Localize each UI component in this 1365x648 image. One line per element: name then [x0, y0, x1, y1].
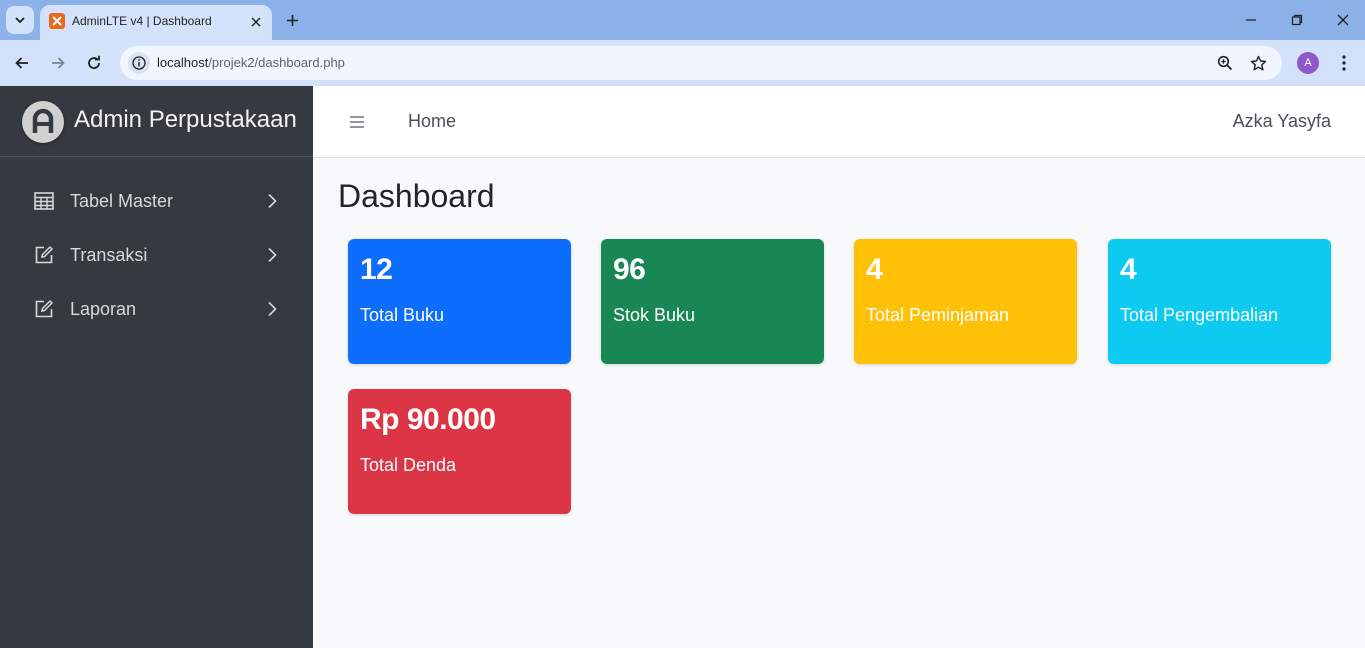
restore-button[interactable]	[1284, 8, 1310, 32]
site-info-icon[interactable]	[128, 52, 150, 74]
sidebar-item-label: Tabel Master	[70, 191, 174, 211]
stat-card-total-denda: Rp 90.000 Total Denda	[348, 389, 571, 514]
tab-close-button[interactable]	[246, 12, 266, 32]
stat-label: Stok Buku	[613, 305, 696, 325]
xampp-favicon-icon	[49, 13, 65, 29]
sidebar-toggle-button[interactable]	[347, 112, 367, 132]
more-vert-icon	[1342, 55, 1346, 71]
brand-text: Admin Perpustakaan	[74, 106, 297, 133]
reload-button[interactable]	[81, 50, 107, 76]
window-close-button[interactable]	[1330, 8, 1356, 32]
stat-label: Total Denda	[360, 455, 457, 475]
minimize-icon	[1246, 19, 1256, 21]
stat-value: 4	[866, 253, 883, 286]
browser-tab-active[interactable]: AdminLTE v4 | Dashboard	[40, 5, 272, 40]
chevron-right-icon	[263, 299, 281, 319]
stat-card-total-pengembalian: 4 Total Pengembalian	[1108, 239, 1331, 364]
profile-avatar[interactable]: A	[1297, 52, 1319, 74]
user-menu[interactable]: Azka Yasyfa	[1233, 111, 1331, 132]
arrow-right-icon	[52, 57, 65, 69]
table-icon	[33, 191, 55, 211]
close-icon	[1337, 14, 1349, 26]
menu-icon	[350, 116, 364, 128]
forward-button[interactable]	[45, 50, 71, 76]
top-navbar: Home Azka Yasyfa	[313, 86, 1365, 158]
stat-label: Total Peminjaman	[866, 305, 1010, 325]
new-tab-button[interactable]	[281, 9, 303, 31]
brand-logo-icon	[22, 101, 64, 143]
browser-toolbar: localhost/projek2/dashboard.php A	[0, 40, 1365, 86]
chevron-right-icon	[263, 191, 281, 211]
url-text[interactable]: localhost/projek2/dashboard.php	[157, 55, 345, 70]
arrow-left-icon	[15, 57, 28, 69]
page-title: Dashboard	[338, 178, 495, 214]
stat-card-total-buku: 12 Total Buku	[348, 239, 571, 364]
sidebar-item-laporan[interactable]: Laporan	[8, 287, 305, 331]
browser-tab-bar: AdminLTE v4 | Dashboard	[0, 0, 1365, 40]
edit-icon	[33, 245, 55, 265]
minimize-button[interactable]	[1238, 8, 1264, 32]
stat-value: 96	[613, 253, 646, 286]
back-button[interactable]	[9, 50, 35, 76]
chevron-down-icon	[15, 17, 25, 24]
address-bar[interactable]: localhost/projek2/dashboard.php	[120, 46, 1282, 80]
browser-menu-button[interactable]	[1334, 52, 1354, 74]
sidebar-brand[interactable]: Admin Perpustakaan	[0, 86, 313, 157]
sidebar-item-label: Transaksi	[70, 245, 148, 265]
stat-value: 12	[360, 253, 393, 286]
stat-value: Rp 90.000	[360, 403, 496, 436]
stat-card-stok-buku: 96 Stok Buku	[601, 239, 824, 364]
restore-icon	[1291, 14, 1303, 26]
bookmark-star-icon[interactable]	[1248, 53, 1268, 73]
stat-card-total-peminjaman: 4 Total Peminjaman	[854, 239, 1077, 364]
sidebar-item-label: Laporan	[70, 299, 137, 319]
stat-value: 4	[1120, 253, 1137, 286]
chevron-right-icon	[263, 245, 281, 265]
tab-title: AdminLTE v4 | Dashboard	[72, 14, 212, 28]
stat-label: Total Buku	[360, 305, 445, 325]
close-icon	[251, 17, 261, 27]
home-link[interactable]: Home	[408, 111, 456, 132]
reload-icon	[88, 55, 100, 69]
sidebar: Admin Perpustakaan Tabel Master Transaks…	[0, 86, 313, 648]
tab-search-button[interactable]	[6, 6, 34, 34]
zoom-icon[interactable]	[1215, 53, 1235, 73]
plus-icon	[286, 14, 298, 26]
stat-label: Total Pengembalian	[1120, 305, 1279, 325]
sidebar-item-transaksi[interactable]: Transaksi	[8, 233, 305, 277]
sidebar-item-tabel-master[interactable]: Tabel Master	[8, 179, 305, 223]
edit-icon	[33, 299, 55, 319]
